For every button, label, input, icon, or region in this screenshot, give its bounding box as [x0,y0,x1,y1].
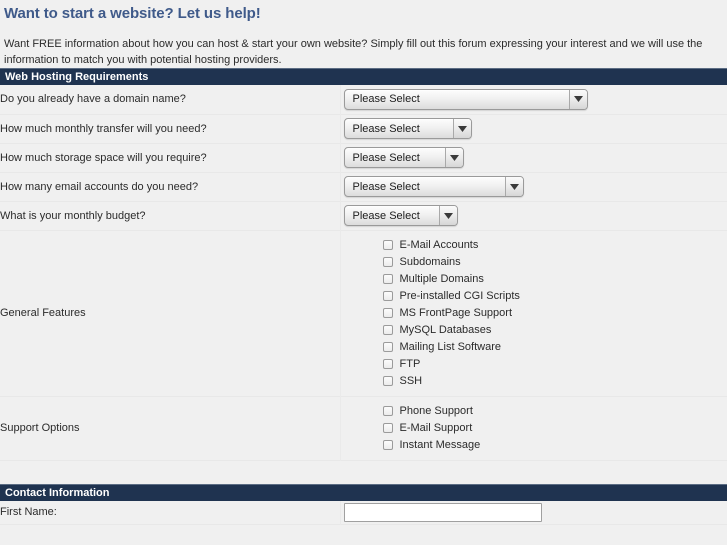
checkbox-label: E-Mail Accounts [399,239,479,251]
list-item[interactable]: Subdomains [341,254,727,271]
checkbox-ssh[interactable] [382,376,393,386]
first-name-input[interactable] [343,502,542,522]
select-monthly-budget[interactable]: Please Select [343,205,458,226]
checkbox-label: Instant Message [399,439,481,451]
chevron-down-icon[interactable] [444,148,463,167]
checkbox-label: FTP [399,358,421,370]
select-value: Please Select [352,122,420,135]
table-row: How much monthly transfer will you need?… [0,114,727,143]
section-header-contact-information: Contact Information [0,483,727,501]
list-item[interactable]: Pre-installed CGI Scripts [341,288,727,305]
checkbox-mailing-list-software[interactable] [382,342,393,352]
general-features-label: General Features [0,230,341,396]
table-row: What is your monthly budget? Please Sele… [0,201,727,230]
checkbox-subdomains[interactable] [382,257,393,267]
table-row: How much storage space will you require?… [0,143,727,172]
checkbox-label: SSH [399,375,423,387]
contact-information-table: First Name: [0,500,727,526]
chevron-down-icon[interactable] [504,177,523,196]
chevron-down-icon[interactable] [452,119,471,138]
question-label: How much monthly transfer will you need? [0,114,341,143]
checkbox-label: Phone Support [399,405,473,417]
checkbox-ms-frontpage-support[interactable] [382,308,393,318]
support-options-label: Support Options [0,396,341,460]
checkbox-label: E-Mail Support [399,422,473,434]
list-item[interactable]: SSH [341,373,727,390]
checkbox-label: Subdomains [399,256,461,268]
list-item[interactable]: Mailing List Software [341,339,727,356]
web-hosting-requirements-table: Do you already have a domain name? Pleas… [0,85,727,461]
list-item[interactable]: Instant Message [341,437,727,454]
checkbox-pre-installed-cgi-scripts[interactable] [382,291,393,301]
support-options-checkbox-list: Phone Support E-Mail Support Instant Mes… [341,397,727,460]
table-row: First Name: [0,500,727,525]
checkbox-label: MySQL Databases [399,324,492,336]
section-header-web-hosting-requirements: Web Hosting Requirements [0,68,727,85]
checkbox-multiple-domains[interactable] [382,274,393,284]
checkbox-instant-message[interactable] [382,440,393,450]
list-item[interactable]: E-Mail Accounts [341,237,727,254]
select-email-accounts[interactable]: Please Select [343,176,524,197]
question-label: What is your monthly budget? [0,201,341,230]
table-row: How many email accounts do you need? Ple… [0,172,727,201]
select-domain-name[interactable]: Please Select [343,88,588,110]
list-item[interactable]: MS FrontPage Support [341,305,727,322]
question-label: How much storage space will you require? [0,143,341,172]
select-value: Please Select [352,209,420,222]
question-label: Do you already have a domain name? [0,85,341,114]
question-label: How many email accounts do you need? [0,172,341,201]
table-row: Do you already have a domain name? Pleas… [0,85,727,114]
list-item[interactable]: FTP [341,356,727,373]
checkbox-email-support[interactable] [382,423,393,433]
checkbox-email-accounts[interactable] [382,240,393,250]
chevron-down-icon[interactable] [438,206,457,225]
page-title: Want to start a website? Let us help! [4,5,261,22]
checkbox-label: Multiple Domains [399,273,484,285]
chevron-down-icon[interactable] [568,89,587,109]
select-value: Please Select [352,93,420,106]
first-name-label: First Name: [0,500,341,525]
intro-paragraph: Want FREE information about how you can … [4,38,703,66]
select-storage-space[interactable]: Please Select [343,147,464,168]
list-item[interactable]: E-Mail Support [341,420,727,437]
list-item[interactable]: MySQL Databases [341,322,727,339]
table-row-support-options: Support Options Phone Support E-Mail Sup… [0,396,727,460]
select-value: Please Select [352,151,420,164]
table-row-general-features: General Features E-Mail Accounts Subdoma… [0,230,727,396]
list-item[interactable]: Multiple Domains [341,271,727,288]
checkbox-phone-support[interactable] [382,406,393,416]
checkbox-label: Pre-installed CGI Scripts [399,290,520,302]
checkbox-label: MS FrontPage Support [399,307,513,319]
checkbox-ftp[interactable] [382,359,393,369]
select-monthly-transfer[interactable]: Please Select [343,118,472,139]
select-value: Please Select [352,180,420,193]
list-item[interactable]: Phone Support [341,403,727,420]
checkbox-label: Mailing List Software [399,341,502,353]
general-features-checkbox-list: E-Mail Accounts Subdomains Multiple Doma… [341,231,727,396]
checkbox-mysql-databases[interactable] [382,325,393,335]
